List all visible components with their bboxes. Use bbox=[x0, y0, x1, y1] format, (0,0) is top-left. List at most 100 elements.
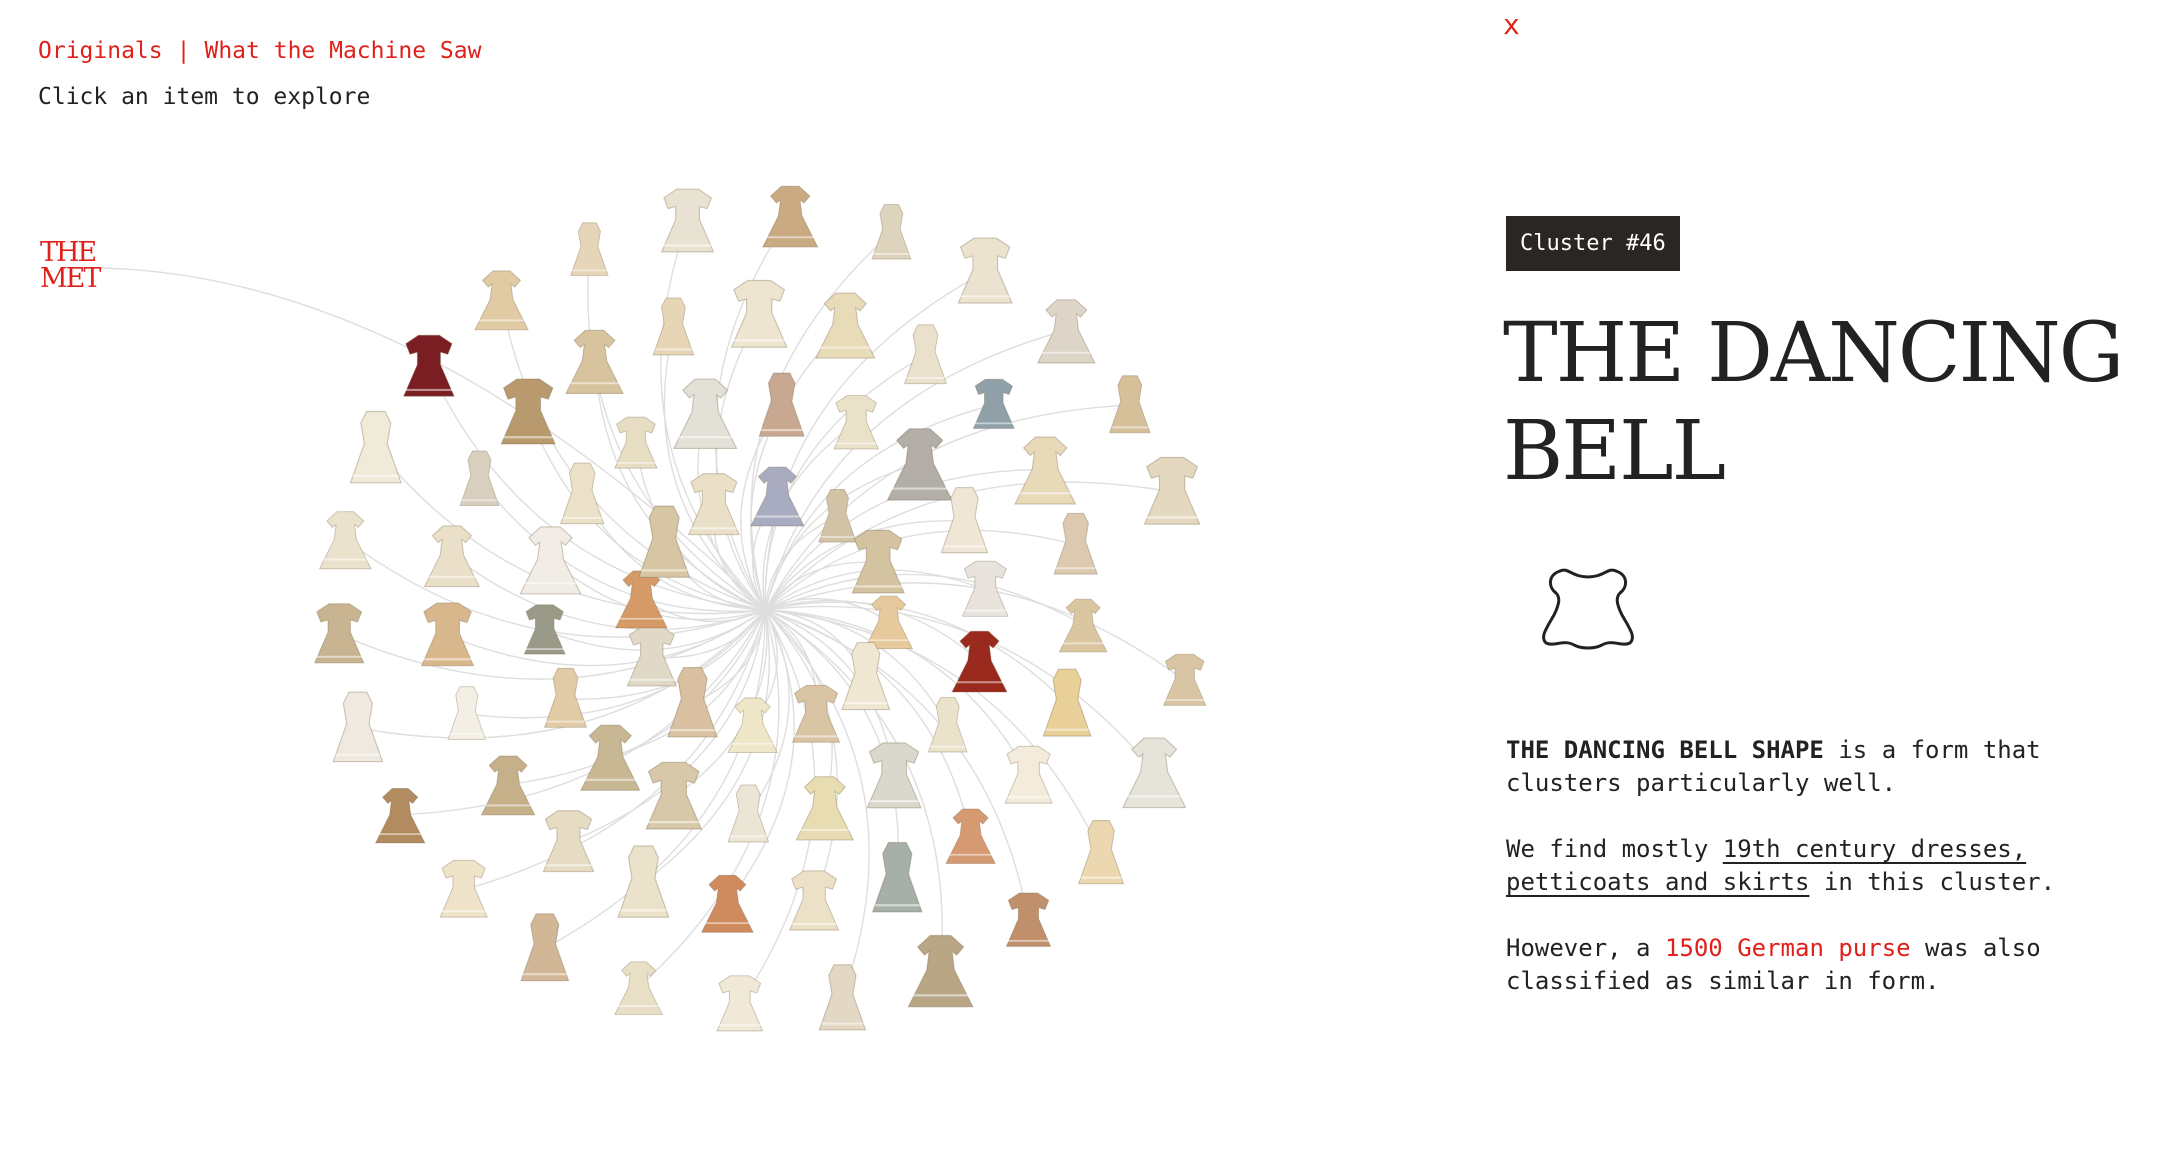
garment-item[interactable] bbox=[957, 237, 1013, 304]
garment-item[interactable] bbox=[480, 755, 536, 816]
garment-item[interactable] bbox=[1121, 737, 1187, 809]
garment-shape bbox=[730, 279, 788, 348]
garment-item[interactable] bbox=[332, 691, 384, 763]
garment-shape bbox=[716, 975, 764, 1032]
garment-item[interactable] bbox=[523, 604, 566, 655]
close-button[interactable]: x bbox=[1503, 8, 1520, 41]
garment-item[interactable] bbox=[420, 602, 475, 667]
garment-item[interactable] bbox=[815, 292, 876, 359]
garment-item[interactable] bbox=[519, 526, 582, 595]
garment-item[interactable] bbox=[672, 378, 738, 450]
garment-item[interactable] bbox=[972, 378, 1015, 429]
garment-item[interactable] bbox=[374, 787, 426, 844]
garment-item[interactable] bbox=[614, 570, 668, 629]
garment-item[interactable] bbox=[423, 525, 481, 588]
connection-line bbox=[764, 404, 1130, 611]
garment-shape bbox=[791, 684, 841, 743]
garment-shape bbox=[660, 188, 715, 253]
garment-item[interactable] bbox=[1162, 653, 1207, 706]
garment-shape bbox=[559, 462, 605, 525]
garment-item[interactable] bbox=[1143, 456, 1201, 525]
description-paragraph-2: We find mostly 19th century dresses, pet… bbox=[1506, 833, 2116, 899]
garment-shape bbox=[570, 222, 609, 276]
garment-shape bbox=[1053, 512, 1098, 575]
garment-item[interactable] bbox=[700, 874, 754, 933]
garment-item[interactable] bbox=[520, 913, 570, 982]
garment-item[interactable] bbox=[565, 329, 624, 394]
garment-item[interactable] bbox=[833, 395, 879, 450]
garment-shape bbox=[851, 529, 905, 594]
garment-item[interactable] bbox=[788, 870, 840, 931]
garment-item[interactable] bbox=[687, 473, 740, 536]
garment-item[interactable] bbox=[626, 626, 678, 687]
garment-item[interactable] bbox=[907, 934, 974, 1008]
garment-item[interactable] bbox=[1036, 299, 1096, 364]
garment-item[interactable] bbox=[795, 776, 855, 841]
cluster-description: THE DANCING BELL SHAPE is a form that cl… bbox=[1506, 734, 2116, 1031]
garment-shape bbox=[439, 859, 488, 918]
garment-item[interactable] bbox=[1005, 892, 1052, 947]
garment-item[interactable] bbox=[871, 842, 923, 913]
garment-shape bbox=[927, 696, 968, 753]
garment-shape bbox=[957, 237, 1013, 304]
garment-item[interactable] bbox=[349, 410, 402, 484]
garment-item[interactable] bbox=[580, 724, 641, 791]
garment-item[interactable] bbox=[1042, 668, 1092, 737]
cluster-title: THE DANCING BELL bbox=[1503, 306, 2124, 499]
garment-shape bbox=[871, 842, 923, 913]
garment-item[interactable] bbox=[945, 808, 996, 865]
bell-dress-silhouette-icon bbox=[1542, 568, 1634, 650]
garment-item[interactable] bbox=[439, 859, 488, 918]
garment-item[interactable] bbox=[1077, 820, 1125, 885]
garment-shape bbox=[447, 686, 487, 740]
garment-shape bbox=[402, 334, 455, 397]
garment-item[interactable] bbox=[851, 529, 905, 594]
garment-shape bbox=[972, 378, 1015, 429]
garment-shape bbox=[313, 603, 365, 664]
garment-item[interactable] bbox=[614, 961, 664, 1015]
met-logo[interactable]: THE MET bbox=[40, 239, 101, 292]
outlier-link[interactable]: 1500 German purse bbox=[1665, 934, 1911, 962]
garment-item[interactable] bbox=[871, 204, 912, 260]
garment-item[interactable] bbox=[791, 684, 841, 743]
garment-item[interactable] bbox=[614, 416, 658, 469]
garment-item[interactable] bbox=[667, 667, 718, 738]
garment-item[interactable] bbox=[1108, 375, 1151, 434]
description-text-3a: However, a bbox=[1506, 934, 1665, 962]
garment-shape bbox=[349, 410, 402, 484]
shape-name-bold: THE DANCING BELL SHAPE bbox=[1506, 736, 1824, 764]
garment-item[interactable] bbox=[617, 845, 670, 918]
garment-item[interactable] bbox=[559, 462, 605, 525]
garment-item[interactable] bbox=[818, 488, 857, 543]
garment-item[interactable] bbox=[1004, 745, 1053, 804]
garment-item[interactable] bbox=[447, 686, 487, 740]
garment-shape bbox=[1077, 820, 1125, 885]
garment-shape bbox=[667, 667, 718, 738]
garment-item[interactable] bbox=[474, 270, 529, 331]
garment-item[interactable] bbox=[750, 466, 805, 527]
garment-item[interactable] bbox=[886, 428, 953, 501]
garment-item[interactable] bbox=[1053, 512, 1098, 575]
garment-item[interactable] bbox=[402, 334, 455, 397]
garment-item[interactable] bbox=[927, 696, 968, 753]
garment-item[interactable] bbox=[660, 188, 715, 253]
garment-item[interactable] bbox=[652, 297, 695, 356]
garment-item[interactable] bbox=[727, 697, 778, 754]
garment-item[interactable] bbox=[761, 185, 819, 248]
garment-item[interactable] bbox=[951, 630, 1008, 693]
garment-shape bbox=[617, 845, 670, 918]
garment-item[interactable] bbox=[1058, 598, 1108, 653]
cluster-badge: Cluster #46 bbox=[1506, 216, 1680, 271]
garment-item[interactable] bbox=[903, 324, 948, 385]
garment-item[interactable] bbox=[318, 511, 372, 570]
garment-shape bbox=[1042, 668, 1092, 737]
garment-item[interactable] bbox=[500, 378, 556, 445]
garment-item[interactable] bbox=[864, 595, 914, 650]
garment-item[interactable] bbox=[459, 450, 500, 506]
garment-item[interactable] bbox=[818, 964, 867, 1031]
garment-item[interactable] bbox=[570, 222, 609, 276]
garment-item[interactable] bbox=[716, 975, 764, 1032]
garment-item[interactable] bbox=[730, 279, 788, 348]
garment-item[interactable] bbox=[313, 603, 365, 664]
garment-item[interactable] bbox=[727, 784, 770, 843]
